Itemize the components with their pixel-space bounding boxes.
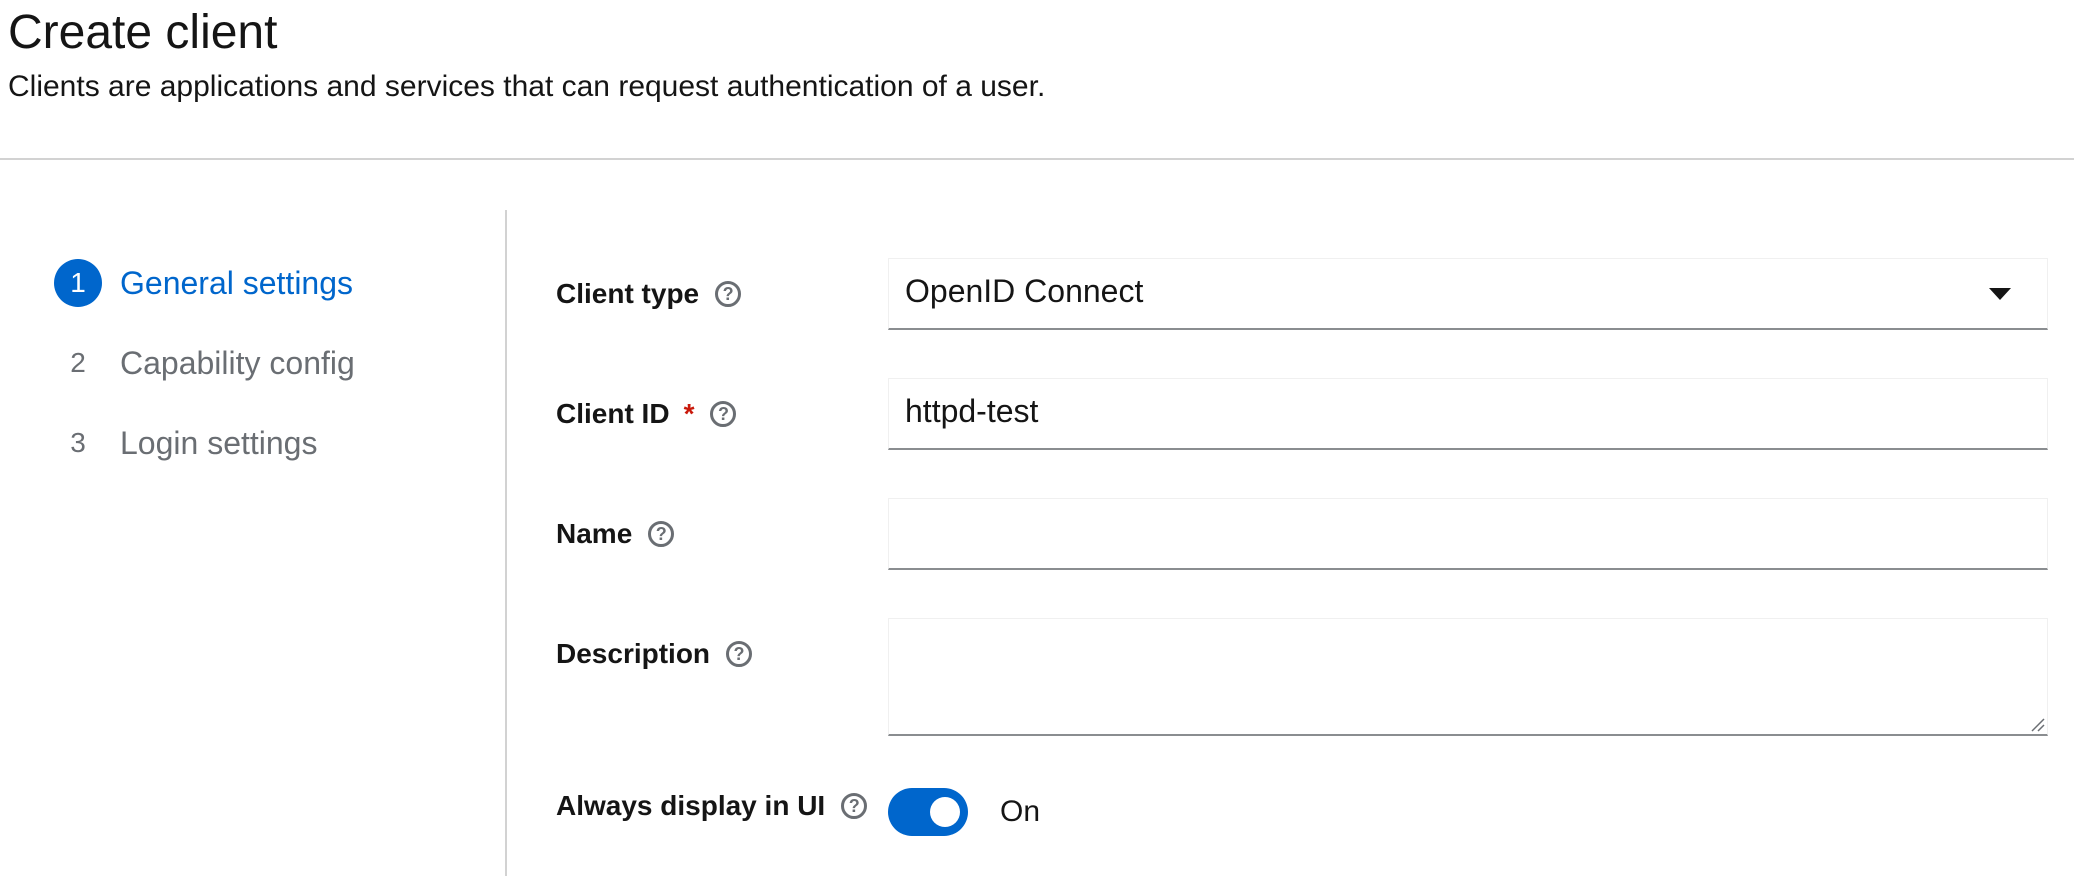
client-id-value: httpd-test — [905, 393, 1039, 429]
description-textarea[interactable] — [888, 618, 2048, 736]
client-id-input[interactable]: httpd-test — [888, 378, 2048, 450]
caret-down-icon — [1989, 288, 2011, 300]
step-label: General settings — [120, 264, 354, 301]
description-label-group: Description ? — [556, 634, 753, 674]
toggle-knob — [930, 797, 960, 827]
step-number: 2 — [70, 347, 86, 378]
client-id-label-group: Client ID * ? — [556, 394, 737, 434]
page-subtitle: Clients are applications and services th… — [8, 70, 1046, 103]
client-type-label: Client type — [556, 278, 700, 309]
question-circle-icon[interactable]: ? — [648, 521, 675, 547]
wizard-step-login-settings[interactable]: 3 Login settings — [54, 417, 317, 469]
step-number: 3 — [70, 427, 86, 458]
step-number: 1 — [54, 259, 102, 307]
create-client-page: Create client Clients are applications a… — [0, 0, 2074, 876]
resize-handle-icon[interactable] — [2029, 716, 2045, 732]
always-display-state-label: On — [1000, 795, 1041, 828]
step-label: Capability config — [120, 344, 355, 381]
question-circle-icon[interactable]: ? — [710, 401, 737, 427]
always-display-label: Always display in UI — [556, 790, 826, 821]
step-label: Login settings — [120, 424, 318, 461]
description-label: Description — [556, 638, 711, 669]
nav-divider — [505, 210, 507, 876]
client-type-value: OpenID Connect — [905, 273, 1144, 309]
required-marker: * — [683, 398, 695, 429]
always-display-toggle[interactable] — [888, 788, 968, 836]
name-label: Name — [556, 518, 633, 549]
name-label-group: Name ? — [556, 514, 675, 554]
client-type-select[interactable]: OpenID Connect — [888, 258, 2048, 330]
always-display-label-group: Always display in UI ? — [556, 786, 868, 826]
page-header: Create client Clients are applications a… — [0, 0, 2074, 160]
name-input[interactable] — [888, 498, 2048, 570]
client-id-label: Client ID — [556, 398, 670, 429]
wizard-step-capability-config[interactable]: 2 Capability config — [54, 337, 355, 389]
question-circle-icon[interactable]: ? — [715, 281, 742, 307]
page-title: Create client — [8, 6, 278, 59]
wizard-step-general-settings[interactable]: 1 General settings — [54, 257, 353, 309]
question-circle-icon[interactable]: ? — [726, 641, 753, 667]
question-circle-icon[interactable]: ? — [841, 793, 868, 819]
client-type-label-group: Client type ? — [556, 274, 742, 314]
